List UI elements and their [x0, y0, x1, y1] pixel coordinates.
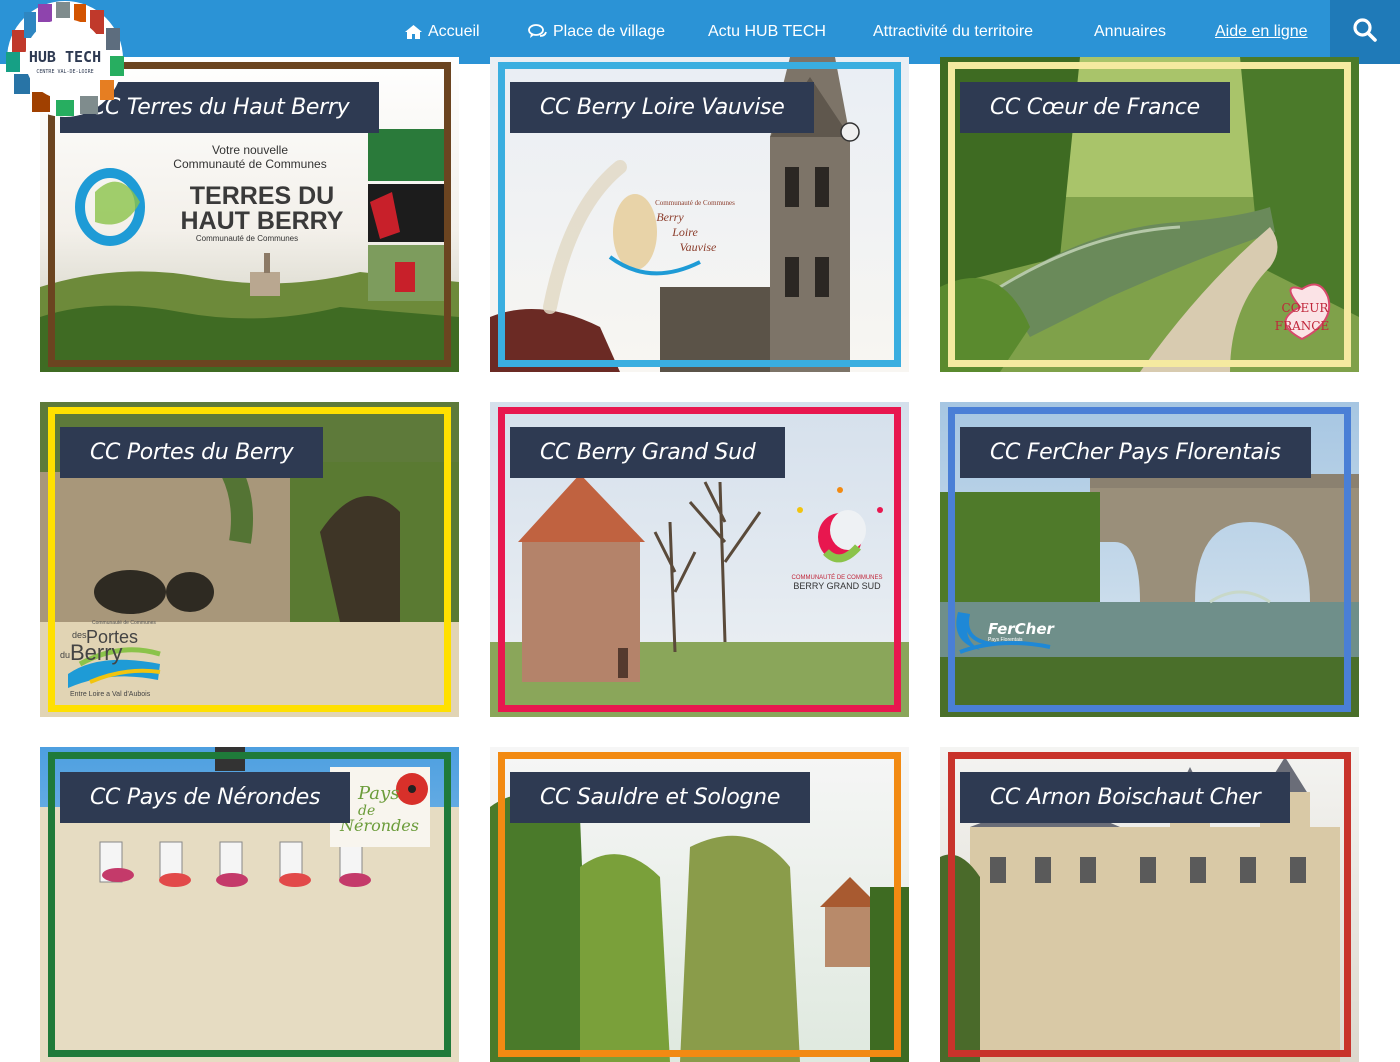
card-title: CC Portes du Berry — [60, 427, 324, 478]
card-pays-de-nerondes[interactable]: Pays de Nérondes CC Pays de Nérondes — [40, 747, 459, 1062]
card-title: CC Sauldre et Sologne — [510, 772, 811, 823]
nav-aide[interactable]: Aide en ligne — [1215, 0, 1308, 64]
nav-actu[interactable]: Actu HUB TECH — [708, 0, 826, 64]
nav-home[interactable]: Accueil — [404, 0, 480, 64]
logo-text-region: CENTRE VAL-DE-LOIRE — [36, 69, 93, 75]
nav-actu-label: Actu HUB TECH — [708, 23, 826, 40]
card-title: CC FerCher Pays Florentais — [960, 427, 1311, 478]
card-coeur-de-france[interactable]: COEUR FRANCE CC Cœur de France — [940, 57, 1359, 372]
comments-icon — [528, 24, 548, 40]
card-arnon-boischaut-cher[interactable]: CC Arnon Boischaut Cher — [940, 747, 1359, 1062]
hub-tech-logo[interactable]: HUB TECH CENTRE VAL-DE-LOIRE — [2, 0, 128, 118]
card-sauldre-et-sologne[interactable]: CC Sauldre et Sologne — [490, 747, 909, 1062]
nav-annuaires[interactable]: Annuaires — [1094, 0, 1166, 64]
card-title: CC Berry Loire Vauvise — [510, 82, 815, 133]
nav-home-label: Accueil — [428, 23, 480, 40]
card-title: CC Pays de Nérondes — [60, 772, 351, 823]
card-title: CC Arnon Boischaut Cher — [960, 772, 1291, 823]
nav-attractivite-label: Attractivité du territoire — [873, 23, 1034, 40]
card-title: CC Cœur de France — [960, 82, 1230, 133]
card-berry-loire-vauvise[interactable]: Communauté de Communes Berry Loire Vauvi… — [490, 57, 909, 372]
card-fercher-pays-florentais[interactable]: FerCher Pays Florentais CC FerCher Pays … — [940, 402, 1359, 717]
nav-village[interactable]: Place de village — [528, 0, 665, 64]
card-berry-grand-sud[interactable]: COMMUNAUTÉ DE COMMUNES BERRY GRAND SUD C… — [490, 402, 909, 717]
nav-aide-label: Aide en ligne — [1215, 23, 1308, 40]
nav-village-label: Place de village — [553, 23, 666, 40]
nav-attractivite[interactable]: Attractivité du territoire — [873, 0, 1033, 64]
search-icon — [1352, 17, 1378, 48]
nav-annuaires-label: Annuaires — [1094, 23, 1167, 40]
home-icon — [404, 24, 423, 40]
search-button[interactable] — [1330, 0, 1400, 64]
card-portes-du-berry[interactable]: Communauté de Communes des Portes du Ber… — [40, 402, 459, 717]
logo-text-hubtech: HUB TECH — [29, 48, 101, 66]
card-title: CC Berry Grand Sud — [510, 427, 786, 478]
top-navigation-bar — [0, 0, 1400, 64]
